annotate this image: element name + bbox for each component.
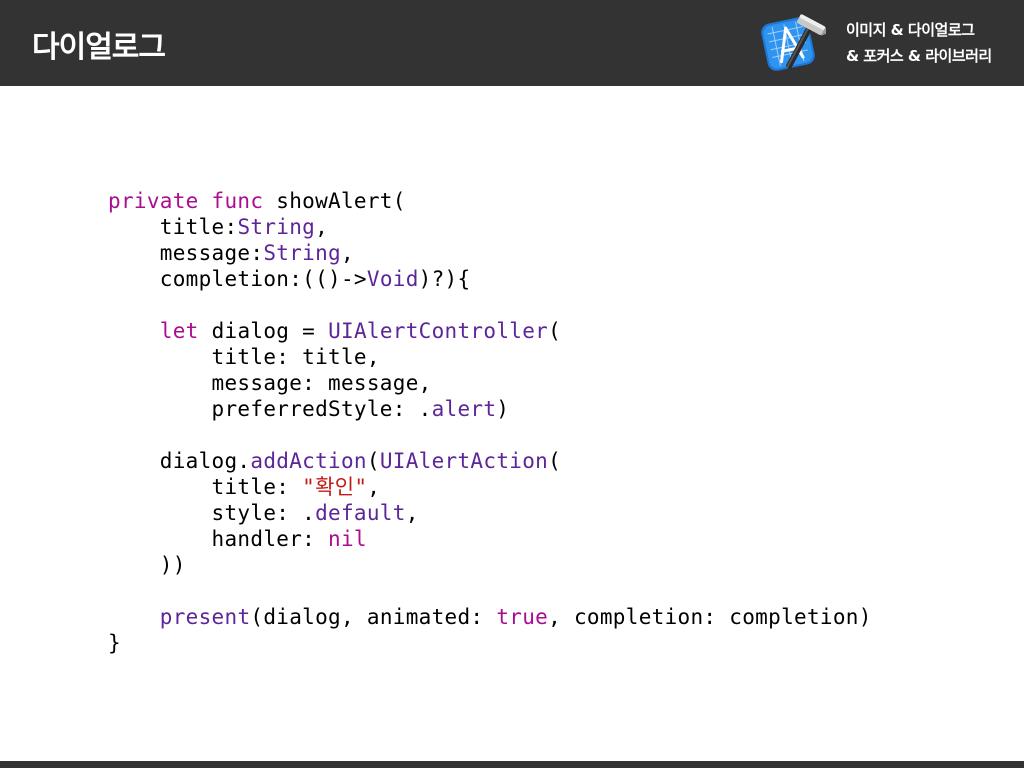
code-line: completion:(()->Void)?){ [108,266,968,292]
code-token: title: [108,475,303,499]
code-token: , completion: completion) [548,605,872,629]
header-subtitle: 이미지 & 다이얼로그 & 포커스 & 라이브러리 [846,17,992,69]
code-token: showAlert( [276,189,406,213]
code-line: title: "확인", [108,474,968,500]
code-token: dialog = [198,319,329,343]
code-line: handler: nil [108,526,968,552]
code-line: present(dialog, animated: true, completi… [108,604,968,630]
code-token: , [341,241,354,265]
code-token: String [237,215,316,239]
code-token: ( [548,319,562,343]
code-line: title:String, [108,214,968,240]
code-token: preferredStyle: . [108,397,432,421]
code-token: private func [108,189,277,213]
code-line: style: .default, [108,500,968,526]
code-token: } [108,631,121,655]
code-line: title: title, [108,344,968,370]
code-token: completion:(()-> [108,267,367,291]
code-token: , [367,475,381,499]
code-token: true [496,605,549,629]
code-line: } [108,630,968,656]
code-token: Void [366,267,419,291]
code-token: , [315,215,329,239]
code-token: alert [431,397,497,421]
code-token: ( [366,449,380,473]
code-token: nil [328,527,367,551]
code-token: UIAlertController [328,319,549,343]
code-token: style: . [108,501,316,525]
code-token: title: title, [108,345,380,369]
code-token: addAction [250,449,367,473]
code-line: private func showAlert( [108,188,968,214]
header-subtitle-line-2: & 포커스 & 라이브러리 [846,47,992,65]
code-token: UIAlertAction [379,449,549,473]
code-line: message:String, [108,240,968,266]
code-token: )?){ [418,267,471,291]
code-line: )) [108,552,968,578]
code-line: message: message, [108,370,968,396]
code-token: present [159,605,251,629]
code-token: , [405,501,419,525]
code-token: message: [108,241,264,265]
code-token: String [263,241,341,265]
code-block: private func showAlert( title:String, me… [108,188,968,656]
code-line: dialog.addAction(UIAlertAction( [108,448,968,474]
xcode-icon [761,14,826,71]
code-token: ) [496,397,510,421]
slide-header: 다이얼로그 이미지 & 다이얼로그 & 포커스 & 라이브러리 [0,0,1024,86]
code-token: dialog. [108,449,251,473]
code-token: )) [108,553,186,577]
bottom-bar [0,761,1024,768]
code-line: let dialog = UIAlertController( [108,318,968,344]
code-token: message: message, [108,371,432,395]
code-token: handler: [108,527,329,551]
code-token: ( [548,449,562,473]
code-token: default [315,501,406,525]
code-token: title: [108,215,238,239]
code-token: (dialog, animated: [250,605,497,629]
code-line: preferredStyle: .alert) [108,396,968,422]
code-token: "확인" [302,475,368,499]
header-subtitle-line-1: 이미지 & 다이얼로그 [846,21,975,39]
slide-title: 다이얼로그 [32,30,166,65]
code-token: let [159,319,199,343]
